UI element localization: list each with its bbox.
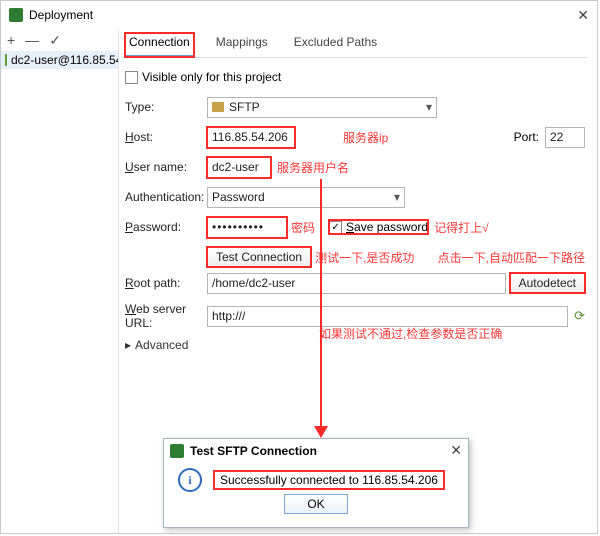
user-input[interactable]: dc2-user [207, 157, 271, 178]
app-icon [9, 8, 23, 22]
pwd-input[interactable]: •••••••••• [207, 217, 287, 238]
root-label: Root path: [125, 276, 207, 290]
test-connection-dialog: Test SFTP Connection ✕ i Successfully co… [163, 438, 469, 528]
save-pwd-checkbox[interactable]: ✓ [329, 221, 342, 234]
ok-button[interactable]: OK [284, 494, 348, 514]
test-note: 测试一下,是否成功 [315, 249, 414, 266]
web-input[interactable]: http:/// [207, 306, 568, 327]
check-button[interactable]: ✓ [49, 33, 61, 47]
annotation-arrow-head [314, 426, 328, 438]
window-title: Deployment [29, 8, 577, 22]
type-label: Type: [125, 100, 207, 114]
dialog-titlebar: Test SFTP Connection ✕ [164, 439, 468, 462]
tab-connection[interactable]: Connection [125, 33, 194, 57]
sidebar-toolbar: + — ✓ [1, 29, 118, 51]
web-label: Web server URL: [125, 302, 207, 330]
server-tree-item[interactable]: dc2-user@116.85.54.20 [1, 51, 118, 69]
server-label: dc2-user@116.85.54.20 [11, 53, 118, 67]
reload-icon[interactable]: ⟳ [574, 308, 585, 324]
visible-only-label: Visible only for this project [142, 70, 281, 84]
tabs: Connection Mappings Excluded Paths [123, 29, 587, 58]
test-connection-button[interactable]: Test Connection [207, 247, 311, 267]
sftp-icon [212, 102, 224, 112]
autodetect-button[interactable]: Autodetect [510, 273, 585, 293]
visible-only-checkbox[interactable] [125, 71, 138, 84]
dialog-app-icon [170, 444, 184, 458]
type-select[interactable]: SFTP [207, 97, 437, 118]
annotation-arrow-line [320, 179, 322, 428]
user-label: User name: [125, 160, 207, 174]
server-icon [5, 54, 7, 66]
save-pwd-wrap: ✓ Save password [329, 220, 428, 234]
advanced-label: Advanced [135, 338, 188, 352]
dialog-title: Test SFTP Connection [190, 444, 450, 458]
info-icon: i [178, 468, 202, 492]
auth-label: Authentication: [125, 190, 207, 204]
save-pwd-note: 记得打上√ [434, 219, 489, 236]
auth-select[interactable]: Password [207, 187, 405, 208]
port-label: Port: [514, 130, 539, 144]
bottom-note: 如果测试不通过,检查参数是否正确 [319, 325, 502, 342]
remove-button[interactable]: — [25, 33, 39, 47]
sidebar: + — ✓ dc2-user@116.85.54.20 [1, 29, 119, 533]
host-note: 服务器ip [343, 129, 388, 146]
connection-form: Visible only for this project Type: SFTP… [123, 58, 587, 360]
root-input[interactable]: /home/dc2-user [207, 273, 506, 294]
port-input[interactable]: 22 [545, 127, 585, 148]
auto-note: 点击一下,自动匹配一下路径 [438, 249, 585, 266]
save-pwd-label: Save password [346, 220, 428, 234]
host-input[interactable]: 116.85.54.206 [207, 127, 295, 148]
pwd-label: Password: [125, 220, 207, 234]
user-note: 服务器用户名 [277, 159, 349, 176]
titlebar: Deployment ✕ [1, 1, 597, 29]
dialog-message: Successfully connected to 116.85.54.206 [214, 471, 444, 489]
type-value: SFTP [229, 100, 260, 114]
tab-mappings[interactable]: Mappings [212, 33, 272, 57]
tab-excluded[interactable]: Excluded Paths [290, 33, 381, 57]
close-icon[interactable]: ✕ [577, 7, 589, 24]
chevron-right-icon: ▸ [125, 338, 131, 352]
add-button[interactable]: + [7, 33, 15, 47]
dialog-close-icon[interactable]: ✕ [450, 442, 462, 459]
pwd-note: 密码 [291, 219, 315, 236]
host-label: Host: [125, 130, 207, 144]
